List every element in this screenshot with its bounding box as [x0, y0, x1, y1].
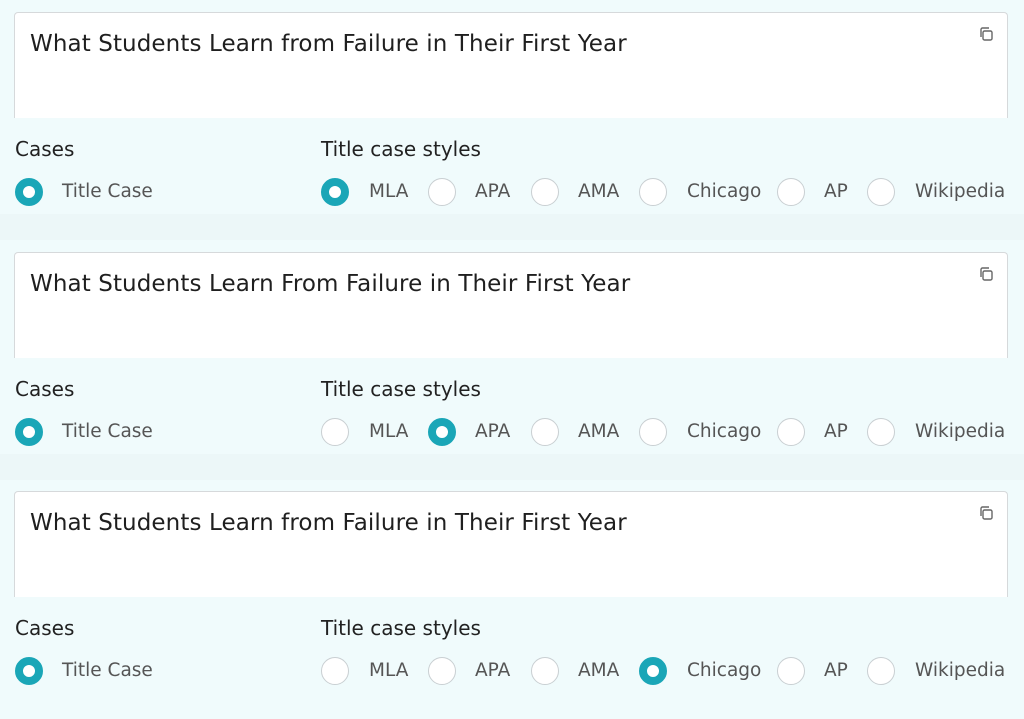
style-label-ama[interactable]: AMA: [578, 660, 619, 681]
copy-icon[interactable]: [978, 26, 994, 42]
title-case-styles-label: Title case styles: [321, 137, 481, 161]
style-label-apa[interactable]: APA: [475, 181, 510, 202]
style-label-ama[interactable]: AMA: [578, 421, 619, 442]
converted-text: What Students Learn from Failure in Thei…: [30, 31, 627, 57]
converted-text-box[interactable]: What Students Learn from Failure in Thei…: [14, 12, 1008, 118]
converter-block-3: What Students Learn from Failure in Thei…: [0, 479, 1024, 719]
title-case-radio[interactable]: [15, 418, 43, 446]
style-label-apa[interactable]: APA: [475, 421, 510, 442]
cases-label: Cases: [15, 616, 75, 640]
style-radio-wikipedia[interactable]: [867, 418, 895, 446]
block-divider: [0, 214, 1024, 240]
block-divider: [0, 454, 1024, 480]
converter-block-2: What Students Learn From Failure in Thei…: [0, 240, 1024, 480]
options-panel: Cases Title Case Title case styles MLA A…: [0, 124, 1024, 214]
style-radio-mla[interactable]: [321, 657, 349, 685]
cases-label: Cases: [15, 137, 75, 161]
title-case-label[interactable]: Title Case: [62, 421, 153, 442]
style-label-wikipedia[interactable]: Wikipedia: [915, 660, 1005, 681]
style-label-wikipedia[interactable]: Wikipedia: [915, 181, 1005, 202]
title-case-styles-label: Title case styles: [321, 616, 481, 640]
style-label-ap[interactable]: AP: [824, 181, 848, 202]
title-case-radio[interactable]: [15, 657, 43, 685]
style-radio-mla[interactable]: [321, 178, 349, 206]
style-radio-apa[interactable]: [428, 178, 456, 206]
style-label-ap[interactable]: AP: [824, 421, 848, 442]
title-case-radio[interactable]: [15, 178, 43, 206]
style-label-wikipedia[interactable]: Wikipedia: [915, 421, 1005, 442]
style-radio-ap[interactable]: [777, 178, 805, 206]
style-radio-chicago[interactable]: [639, 657, 667, 685]
style-label-mla[interactable]: MLA: [369, 660, 408, 681]
style-radio-ap[interactable]: [777, 657, 805, 685]
options-panel: Cases Title Case Title case styles MLA A…: [0, 364, 1024, 454]
converted-text: What Students Learn From Failure in Thei…: [30, 271, 631, 297]
style-label-ama[interactable]: AMA: [578, 181, 619, 202]
style-radio-ama[interactable]: [531, 178, 559, 206]
copy-icon[interactable]: [978, 266, 994, 282]
converted-text-box[interactable]: What Students Learn From Failure in Thei…: [14, 252, 1008, 358]
style-radio-chicago[interactable]: [639, 178, 667, 206]
style-label-chicago[interactable]: Chicago: [687, 660, 761, 681]
converter-block-1: What Students Learn from Failure in Thei…: [0, 0, 1024, 240]
style-label-ap[interactable]: AP: [824, 660, 848, 681]
style-radio-mla[interactable]: [321, 418, 349, 446]
style-label-mla[interactable]: MLA: [369, 181, 408, 202]
style-radio-ap[interactable]: [777, 418, 805, 446]
style-radio-apa[interactable]: [428, 418, 456, 446]
style-label-chicago[interactable]: Chicago: [687, 421, 761, 442]
style-label-apa[interactable]: APA: [475, 660, 510, 681]
style-radio-apa[interactable]: [428, 657, 456, 685]
style-label-mla[interactable]: MLA: [369, 421, 408, 442]
style-radio-wikipedia[interactable]: [867, 178, 895, 206]
title-case-label[interactable]: Title Case: [62, 660, 153, 681]
title-case-label[interactable]: Title Case: [62, 181, 153, 202]
style-radio-chicago[interactable]: [639, 418, 667, 446]
converted-text: What Students Learn from Failure in Thei…: [30, 510, 627, 536]
cases-label: Cases: [15, 377, 75, 401]
converted-text-box[interactable]: What Students Learn from Failure in Thei…: [14, 491, 1008, 597]
style-radio-ama[interactable]: [531, 657, 559, 685]
copy-icon[interactable]: [978, 505, 994, 521]
title-case-styles-label: Title case styles: [321, 377, 481, 401]
style-radio-wikipedia[interactable]: [867, 657, 895, 685]
style-radio-ama[interactable]: [531, 418, 559, 446]
options-panel: Cases Title Case Title case styles MLA A…: [0, 603, 1024, 693]
style-label-chicago[interactable]: Chicago: [687, 181, 761, 202]
